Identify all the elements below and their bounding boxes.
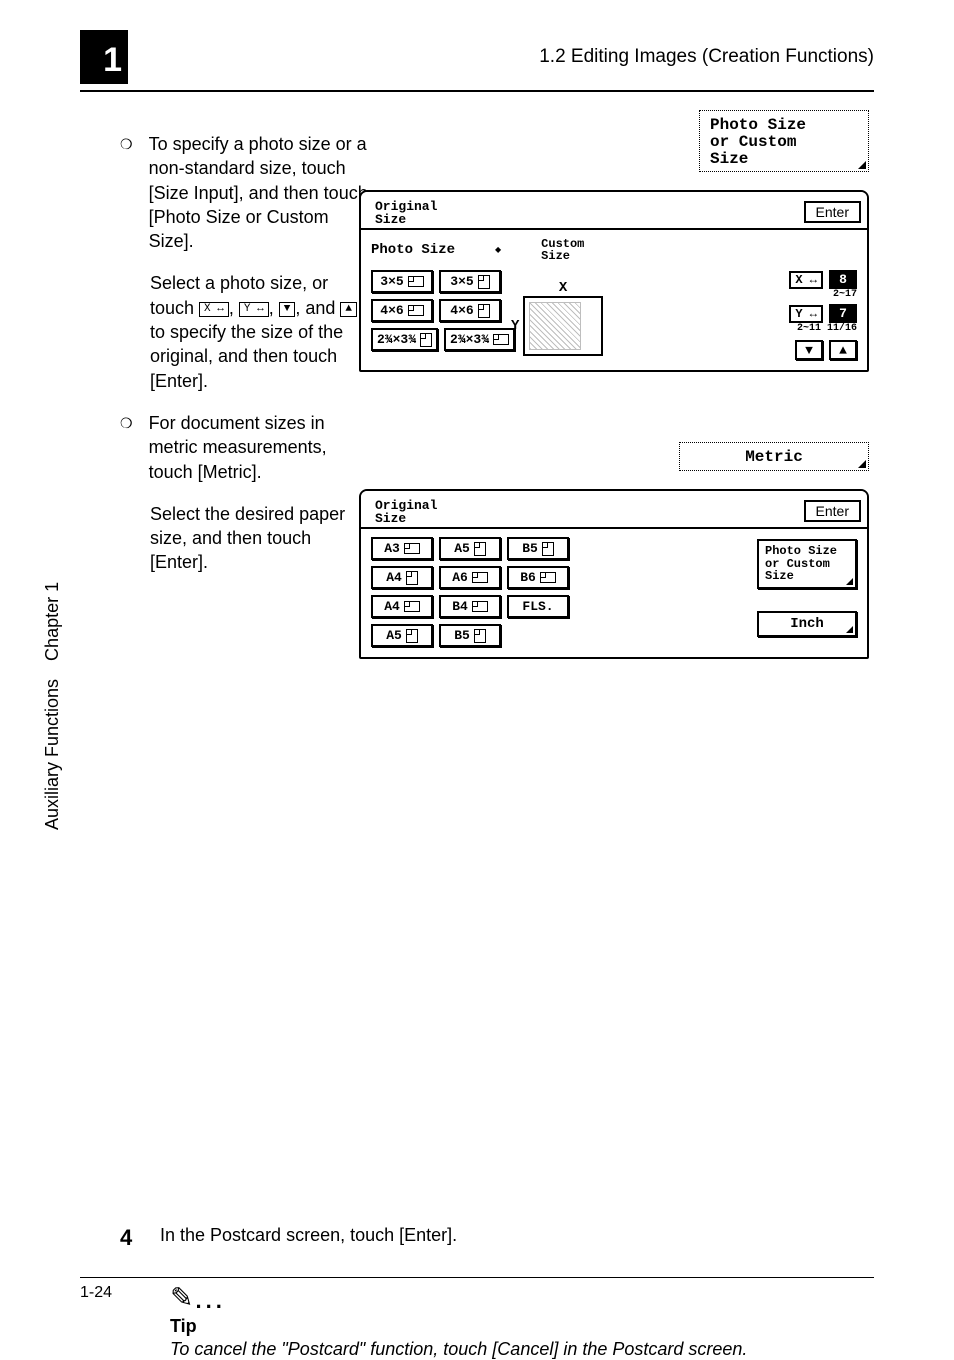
original-size-panel-metric: Original Size Enter A3 A5 B5 A4 A6 B6 — [359, 489, 869, 659]
size-3x5-landscape[interactable]: 3×5 — [371, 270, 433, 293]
x-range: 2~17 — [789, 289, 857, 300]
size-a3-landscape[interactable]: A3 — [371, 537, 433, 560]
size-fls[interactable]: FLS. — [507, 595, 569, 618]
bullet1-para: Select a photo size, or touch X ↔, Y ↔, … — [150, 271, 370, 392]
bullet-icon: ❍ — [120, 136, 133, 153]
chapter-number-badge: 1 — [80, 30, 128, 84]
bullet-text-1: To specify a photo size or a non-standar… — [149, 132, 369, 253]
size-b5-portrait[interactable]: B5 — [507, 537, 569, 560]
size-a5-portrait[interactable]: A5 — [439, 537, 501, 560]
size-preview: X Y — [523, 296, 603, 356]
enter-button[interactable]: Enter — [804, 201, 861, 223]
size-a6-landscape[interactable]: A6 — [439, 566, 501, 589]
size-a4-landscape[interactable]: A4 — [371, 595, 433, 618]
size-b6-landscape[interactable]: B6 — [507, 566, 569, 589]
side-aux-label: Auxiliary Functions — [42, 679, 63, 830]
size-275x375-portrait[interactable]: 2¾×3¾ — [371, 328, 438, 351]
size-275x375-landscape[interactable]: 2¾×3¾ — [444, 328, 515, 351]
bullet-text-2: For document sizes in metric measurement… — [149, 411, 369, 484]
tip-text: To cancel the "Postcard" function, touch… — [170, 1339, 874, 1360]
down-arrow-icon: ▼ — [279, 302, 296, 317]
para-frag-b: to specify the size of the original, and… — [150, 322, 343, 391]
y-dim-value: 7 — [829, 304, 857, 323]
enter-button[interactable]: Enter — [804, 500, 861, 522]
side-chapter-label: Chapter 1 — [42, 582, 63, 661]
up-arrow-icon: ▲ — [340, 302, 357, 317]
comma2: , — [269, 298, 279, 318]
section-title: 1.2 Editing Images (Creation Functions) — [148, 30, 874, 68]
y-range: 2~11 11/16 — [789, 323, 857, 334]
x-arrow-icon: X ↔ — [199, 302, 229, 317]
comma1: , — [229, 298, 239, 318]
bullet-icon: ❍ — [120, 415, 133, 432]
size-b5-portrait2[interactable]: B5 — [439, 624, 501, 647]
x-dim-button[interactable]: X ↔ — [789, 271, 823, 289]
inch-button[interactable]: Inch — [757, 611, 857, 638]
panel1-tab[interactable]: Original Size — [371, 198, 441, 230]
y-dim-button[interactable]: Y ↔ — [789, 305, 823, 323]
metric-callout[interactable]: Metric — [679, 442, 869, 471]
size-4x6-portrait[interactable]: 4×6 — [439, 299, 501, 322]
decrement-button[interactable]: ▼ — [795, 340, 823, 360]
tip-label: Tip — [170, 1316, 874, 1337]
size-3x5-portrait[interactable]: 3×5 — [439, 270, 501, 293]
page-number: 1-24 — [80, 1284, 112, 1301]
page-footer: 1-24 — [80, 1277, 874, 1302]
side-tab: Auxiliary Functions Chapter 1 — [42, 582, 63, 830]
size-a5-portrait2[interactable]: A5 — [371, 624, 433, 647]
x-dim-value: 8 — [829, 270, 857, 289]
photo-custom-callout[interactable]: Photo Size or Custom Size — [699, 110, 869, 172]
custom-size-label: Custom Size — [541, 238, 584, 262]
page-header: 1 1.2 Editing Images (Creation Functions… — [80, 30, 874, 92]
bullet2-para: Select the desired paper size, and then … — [150, 502, 370, 575]
y-arrow-icon: Y ↔ — [239, 302, 269, 317]
panel2-tab[interactable]: Original Size — [371, 497, 441, 529]
size-a4-portrait[interactable]: A4 — [371, 566, 433, 589]
and-frag: , and — [295, 298, 340, 318]
size-4x6-landscape[interactable]: 4×6 — [371, 299, 433, 322]
increment-button[interactable]: ▲ — [829, 340, 857, 360]
step4-text: In the Postcard screen, touch [Enter]. — [160, 1225, 457, 1246]
photo-custom-size-button[interactable]: Photo Size or Custom Size — [757, 539, 857, 589]
photo-size-label: Photo Size — [371, 242, 455, 258]
size-b4-landscape[interactable]: B4 — [439, 595, 501, 618]
step-number-4: 4 — [120, 1225, 140, 1251]
original-size-panel-inch: Original Size Enter Photo Size ◆ Custom … — [359, 190, 869, 372]
